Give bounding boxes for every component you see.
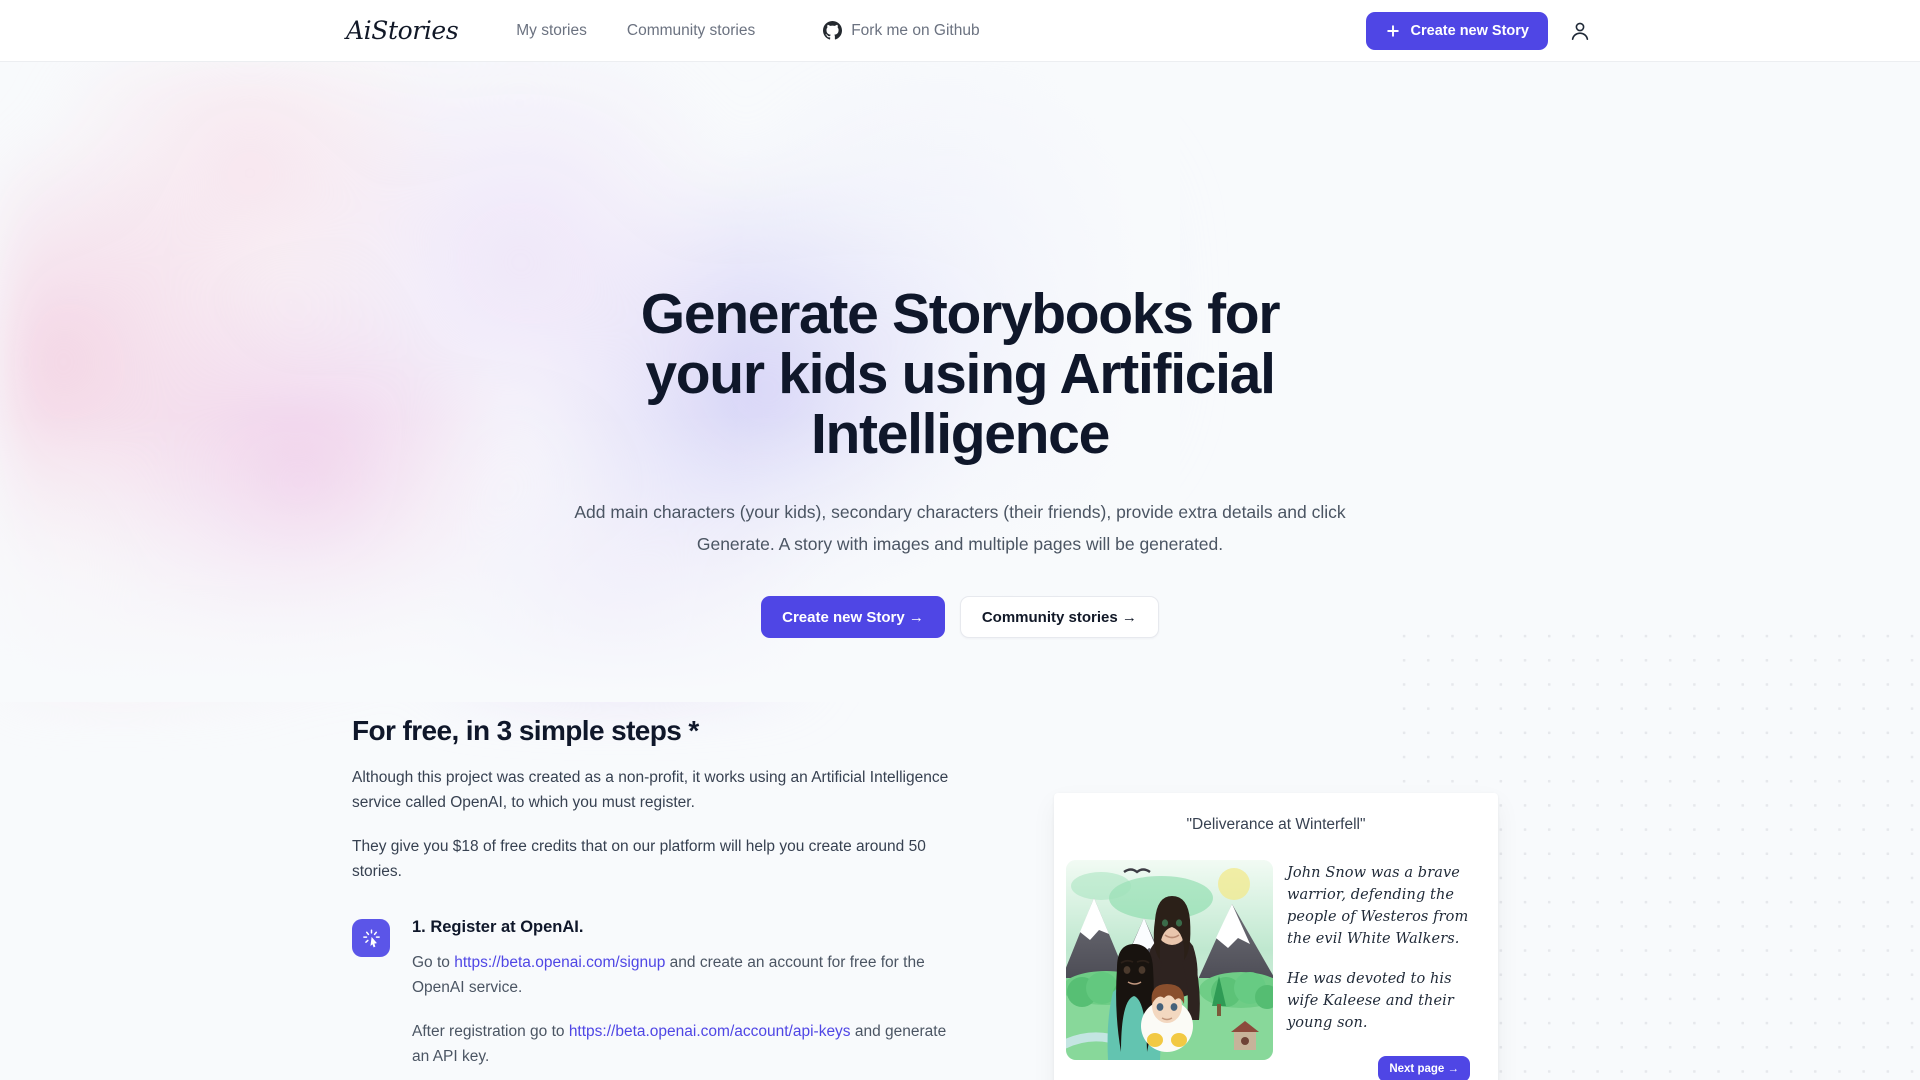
story-paragraph-2: He was devoted to his wife Kaleese and t… [1287,971,1454,1031]
hero-cta-group: Create new Story → Community stories → [0,596,1920,638]
plus-icon [1385,23,1401,39]
navbar-right-actions: Create new Story [1365,11,1592,50]
step-item-1: 1. Register at OpenAI. Go to https://bet… [352,916,952,1069]
story-text-column: John Snow was a brave warrior, defending… [1287,860,1472,1080]
openai-signup-link[interactable]: https://beta.openai.com/signup [454,954,665,971]
next-page-wrapper: Next page → [1287,1056,1472,1080]
step-1-badge [352,919,390,957]
navbar-links: My stories Community stories Fork me on … [496,15,999,46]
steps-heading: For free, in 3 simple steps * [352,715,699,746]
step-1-text-1: Go to https://beta.openai.com/signup and… [412,951,952,1000]
hero-section: Generate Storybooks for your kids using … [0,62,1920,638]
create-new-story-button[interactable]: Create new Story [1365,11,1548,50]
hero-create-new-story-button[interactable]: Create new Story → [761,596,945,638]
site-logo[interactable]: AiStories [346,16,459,45]
github-icon [823,21,843,40]
step-1-text-2: After registration go to https://beta.op… [412,1020,952,1069]
navbar-inner: AiStories My stories Community stories F… [0,0,1920,61]
openai-apikeys-link[interactable]: https://beta.openai.com/account/api-keys [569,1023,851,1040]
cursor-click-icon [361,928,382,949]
nav-link-fork-github[interactable]: Fork me on Github [803,15,999,46]
step-1-text-1-prefix: Go to [412,954,455,971]
story-preview-title: "Deliverance at Winterfell" [1186,816,1366,833]
hero-community-stories-button[interactable]: Community stories → [959,596,1159,638]
nav-link-fork-github-label: Fork me on Github [851,21,980,39]
story-preview-card[interactable]: "Deliverance at Winterfell" John Snow wa… [1054,793,1498,1080]
page-root: AiStories My stories Community stories F… [0,0,1920,1080]
steps-section: For free, in 3 simple steps * Although t… [0,714,1920,1069]
hero-subtitle: Add main characters (your kids), seconda… [574,502,1346,554]
next-page-button[interactable]: Next page → [1378,1056,1470,1080]
steps-column: For free, in 3 simple steps * Although t… [352,714,952,1069]
story-illustration [1066,860,1273,1060]
story-preview-body: John Snow was a brave warrior, defending… [1054,834,1498,1080]
step-1-text-2-prefix: After registration go to [412,1023,569,1040]
steps-paragraph-2: They give you $18 of free credits that o… [352,838,926,880]
step-1-title: 1. Register at OpenAI. [412,918,584,936]
top-navbar: AiStories My stories Community stories F… [0,0,1920,62]
page-title: Generate Storybooks for your kids using … [640,282,1281,466]
user-icon[interactable] [1568,19,1592,43]
step-1-body: 1. Register at OpenAI. Go to https://bet… [412,916,952,1069]
nav-link-my-stories[interactable]: My stories [496,16,607,46]
create-new-story-label: Create new Story [1410,22,1529,39]
steps-paragraph-1: Although this project was created as a n… [352,769,949,811]
nav-link-community-stories[interactable]: Community stories [607,16,775,46]
story-paragraph-1: John Snow was a brave warrior, defending… [1287,865,1469,947]
